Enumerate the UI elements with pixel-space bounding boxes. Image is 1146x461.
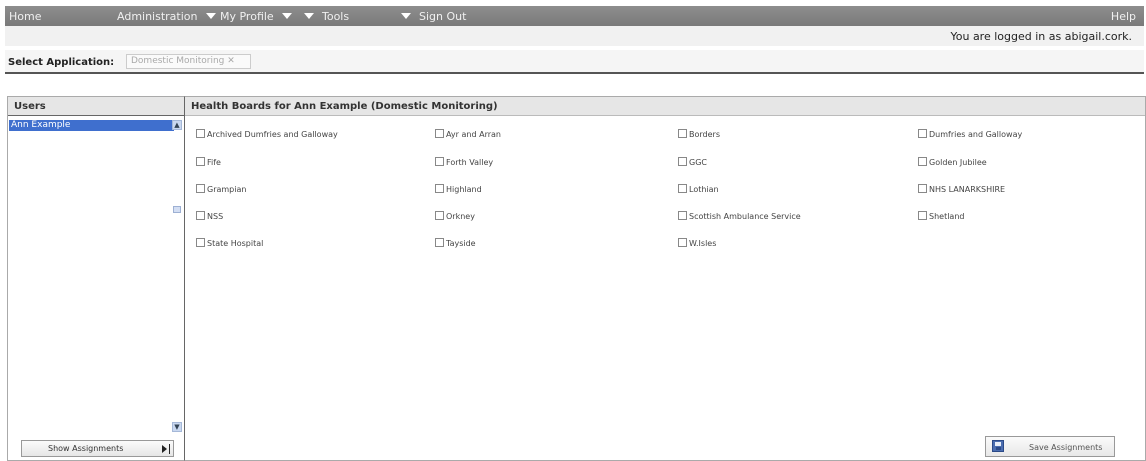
users-header: Users <box>8 97 184 116</box>
checkbox-icon[interactable] <box>196 129 205 138</box>
application-select[interactable]: Domestic Monitoring ✕ <box>126 54 251 69</box>
health-board-option[interactable]: Scottish Ambulance Service <box>678 211 801 223</box>
checkbox-icon[interactable] <box>435 211 444 220</box>
health-board-option[interactable]: Orkney <box>435 211 475 223</box>
chevron-down-icon <box>281 13 292 19</box>
play-icon <box>162 445 167 453</box>
health-board-label: Fife <box>207 158 221 167</box>
health-board-option[interactable]: Lothian <box>678 184 719 196</box>
health-board-option[interactable]: Ayr and Arran <box>435 129 501 141</box>
checkbox-icon[interactable] <box>678 129 687 138</box>
checkbox-icon[interactable] <box>918 129 927 138</box>
health-board-label: State Hospital <box>207 239 264 248</box>
health-board-label: Borders <box>689 130 720 139</box>
chevron-down-icon <box>401 13 411 19</box>
health-board-option[interactable]: Dumfries and Galloway <box>918 129 1022 141</box>
health-boards-header: Health Boards for Ann Example (Domestic … <box>185 97 1145 116</box>
nav-tools-label: Tools <box>322 10 350 23</box>
checkbox-icon[interactable] <box>435 184 444 193</box>
application-select-value: Domestic Monitoring <box>131 56 225 66</box>
checkbox-icon[interactable] <box>918 211 927 220</box>
save-assignments-label: Save Assignments <box>1029 443 1103 452</box>
health-board-label: Dumfries and Galloway <box>929 130 1023 139</box>
health-board-option[interactable]: Highland <box>435 184 482 196</box>
logged-in-text: You are logged in as abigail.cork. <box>950 30 1132 43</box>
health-board-option[interactable]: Fife <box>196 157 221 169</box>
user-list-scrollbar[interactable]: ▲ ▼ <box>172 120 182 432</box>
health-boards-panel: Health Boards for Ann Example (Domestic … <box>184 96 1146 461</box>
health-board-label: Ayr and Arran <box>446 130 501 139</box>
checkbox-icon[interactable] <box>435 238 444 247</box>
scroll-down-icon[interactable]: ▼ <box>172 422 182 432</box>
top-nav: Home Administration My Profile Tools Sig… <box>5 6 1144 26</box>
health-board-option[interactable]: Shetland <box>918 211 964 223</box>
health-board-label: Shetland <box>929 212 965 221</box>
nav-administration-label: Administration <box>117 10 198 23</box>
nav-help[interactable]: Help <box>1111 10 1136 23</box>
health-board-option[interactable]: Forth Valley <box>435 157 493 169</box>
checkbox-icon[interactable] <box>196 211 205 220</box>
nav-my-profile[interactable]: My Profile <box>220 10 292 23</box>
health-board-label: Tayside <box>446 239 476 248</box>
nav-administration[interactable]: Administration <box>117 10 216 23</box>
chevron-down-icon <box>205 13 216 19</box>
health-board-label: Golden Jubilee <box>929 158 987 167</box>
health-board-option[interactable]: Borders <box>678 129 720 141</box>
checkbox-icon[interactable] <box>918 157 927 166</box>
show-assignments-button[interactable]: Show Assignments <box>21 440 174 457</box>
health-board-label: Lothian <box>689 185 719 194</box>
save-assignments-button[interactable]: Save Assignments <box>985 436 1115 457</box>
chevron-down-icon <box>304 13 314 19</box>
nav-tools[interactable]: Tools <box>304 10 349 23</box>
nav-sign-out[interactable]: Sign Out <box>401 10 466 23</box>
nav-home[interactable]: Home <box>9 10 41 23</box>
health-board-label: Grampian <box>207 185 247 194</box>
nav-my-profile-label: My Profile <box>220 10 274 23</box>
clear-icon[interactable]: ✕ <box>227 56 235 66</box>
checkbox-icon[interactable] <box>196 157 205 166</box>
user-item[interactable]: Ann Example <box>9 120 174 131</box>
health-board-option[interactable]: NSS <box>196 211 223 223</box>
user-list[interactable]: Ann Example <box>8 120 174 435</box>
scroll-thumb[interactable] <box>173 206 181 213</box>
checkbox-icon[interactable] <box>678 157 687 166</box>
health-board-option[interactable]: Archived Dumfries and Galloway <box>196 129 338 141</box>
health-board-label: GGC <box>689 158 707 167</box>
checkbox-icon[interactable] <box>678 211 687 220</box>
health-board-option[interactable]: NHS LANARKSHIRE <box>918 184 1005 196</box>
health-board-label: Scottish Ambulance Service <box>689 212 801 221</box>
checkbox-icon[interactable] <box>678 238 687 247</box>
health-board-label: Archived Dumfries and Galloway <box>207 130 338 139</box>
checkbox-icon[interactable] <box>196 184 205 193</box>
checkbox-icon[interactable] <box>918 184 927 193</box>
select-application-label: Select Application: <box>8 57 115 68</box>
health-board-option[interactable]: GGC <box>678 157 707 169</box>
health-board-option[interactable]: W.Isles <box>678 238 716 250</box>
status-bar: You are logged in as abigail.cork. <box>5 26 1144 46</box>
health-board-option[interactable]: Golden Jubilee <box>918 157 987 169</box>
health-board-label: NSS <box>207 212 224 221</box>
health-board-option[interactable]: State Hospital <box>196 238 263 250</box>
health-board-label: NHS LANARKSHIRE <box>929 185 1006 194</box>
health-board-label: W.Isles <box>689 239 717 248</box>
show-assignments-label: Show Assignments <box>48 444 124 453</box>
nav-sign-out-label: Sign Out <box>419 10 467 23</box>
checkbox-icon[interactable] <box>678 184 687 193</box>
application-bar: Select Application: Domestic Monitoring … <box>5 50 1144 74</box>
checkbox-icon[interactable] <box>435 157 444 166</box>
save-icon <box>992 440 1004 452</box>
health-board-option[interactable]: Grampian <box>196 184 246 196</box>
health-board-label: Forth Valley <box>446 158 494 167</box>
bar-icon <box>169 444 170 454</box>
users-panel: Users Ann Example ▲ ▼ Show Assignments <box>7 96 184 461</box>
health-board-label: Orkney <box>446 212 475 221</box>
scroll-up-icon[interactable]: ▲ <box>172 120 182 130</box>
health-board-option[interactable]: Tayside <box>435 238 476 250</box>
checkbox-icon[interactable] <box>196 238 205 247</box>
checkbox-icon[interactable] <box>435 129 444 138</box>
health-board-label: Highland <box>446 185 482 194</box>
